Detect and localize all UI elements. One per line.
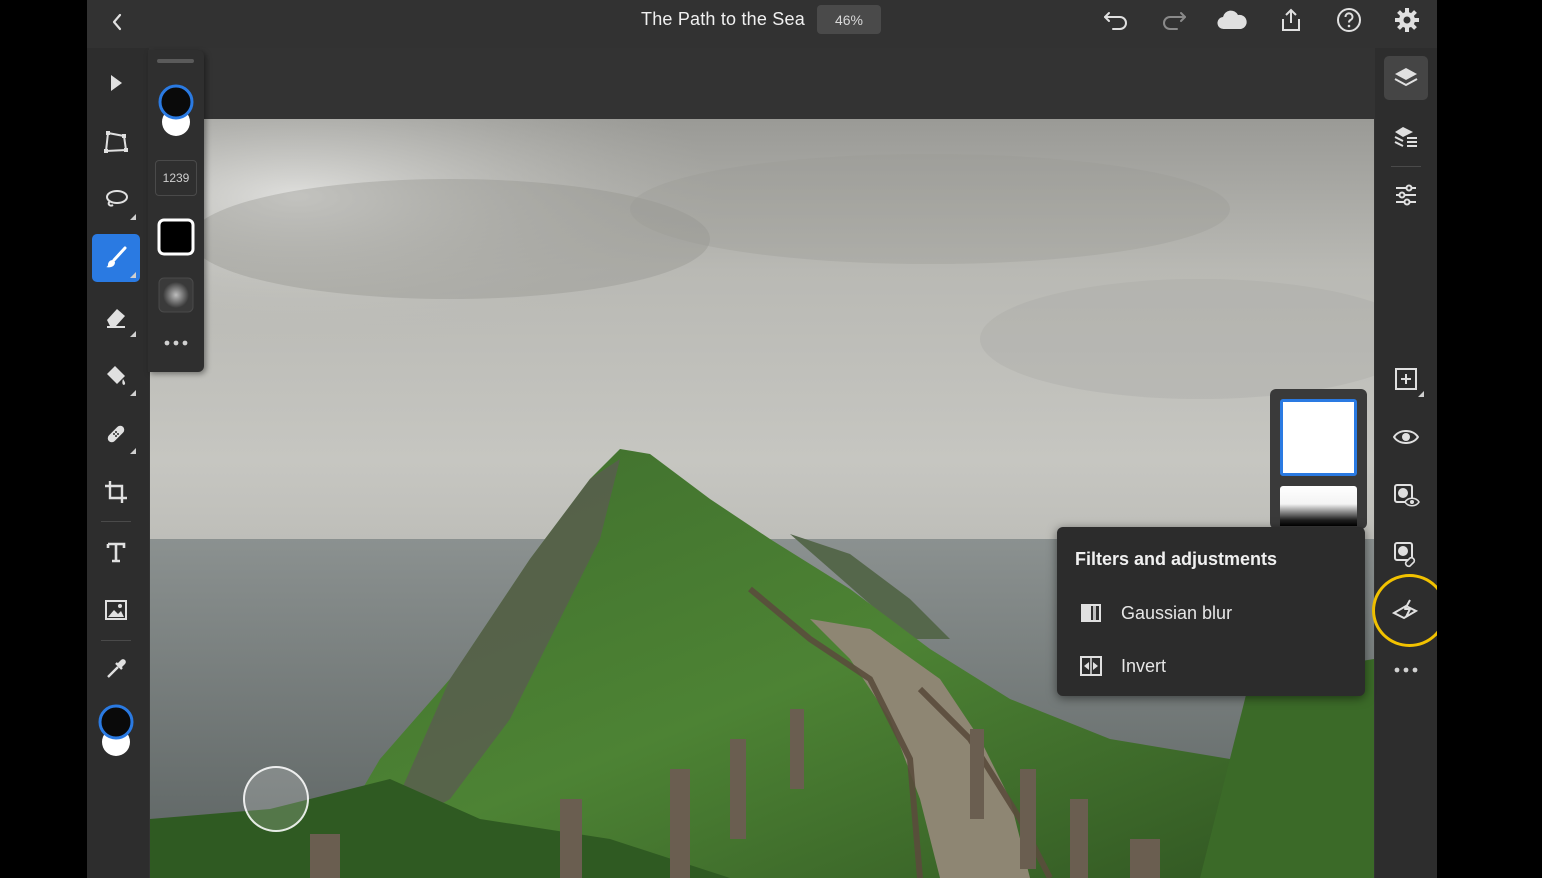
lasso-tool[interactable]	[92, 176, 140, 224]
tutorial-highlight-ring	[1372, 574, 1437, 647]
mask-link-icon	[1394, 542, 1416, 568]
panel-drag-handle[interactable]	[157, 59, 194, 63]
redo-icon	[1163, 12, 1186, 30]
menu-item-label: Gaussian blur	[1121, 602, 1233, 623]
adjustments-panel-button[interactable]	[1384, 173, 1428, 217]
layer-visibility-button[interactable]	[1384, 415, 1428, 459]
eyedropper-tool[interactable]	[92, 645, 140, 693]
zoom-level-button[interactable]: 46%	[817, 5, 881, 34]
lasso-icon	[106, 190, 128, 207]
place-image-tool[interactable]	[92, 586, 140, 634]
right-toolbar	[1375, 48, 1437, 878]
layers-icon	[1394, 68, 1418, 87]
transform-icon	[104, 131, 128, 153]
transform-tool[interactable]	[92, 118, 140, 166]
eraser-tool[interactable]	[92, 293, 140, 341]
layer-properties-button[interactable]	[1384, 115, 1428, 159]
settings-button[interactable]	[1389, 4, 1425, 36]
more-layer-options-button[interactable]	[1384, 648, 1428, 692]
chevron-left-icon	[112, 13, 122, 31]
color-swatch-icon	[98, 704, 134, 756]
type-tool[interactable]	[92, 528, 140, 576]
layers-panel-button[interactable]	[1384, 56, 1428, 100]
document-image[interactable]	[150, 119, 1374, 878]
invert-icon	[1069, 655, 1113, 677]
arrow-pointer-icon	[111, 75, 122, 91]
link-mask-button[interactable]	[1384, 532, 1428, 576]
layer-properties-icon	[1394, 127, 1417, 147]
eye-icon	[1393, 430, 1419, 444]
opacity-square-icon	[157, 218, 195, 256]
cloud-sync-button[interactable]	[1214, 4, 1250, 36]
submenu-indicator	[130, 214, 136, 220]
redo-button[interactable]	[1156, 4, 1192, 36]
crop-icon	[105, 481, 127, 503]
submenu-indicator	[130, 272, 136, 278]
soft-brush-icon	[158, 277, 194, 313]
menu-item-invert[interactable]: Invert	[1069, 644, 1355, 688]
undo-button[interactable]	[1098, 4, 1134, 36]
brush-tool[interactable]	[92, 234, 140, 282]
layer-thumbnails	[1270, 389, 1367, 529]
landscape-photo	[150, 119, 1374, 878]
brush-cursor-preview	[243, 766, 309, 832]
brush-options-panel: 1239	[148, 50, 204, 372]
crop-tool[interactable]	[92, 468, 140, 516]
menu-item-gaussian-blur[interactable]: Gaussian blur	[1069, 591, 1355, 635]
paint-bucket-tool[interactable]	[92, 352, 140, 400]
app-window: The Path to the Sea 46% 1239 Filters and…	[87, 0, 1437, 878]
toolbar-divider	[101, 640, 131, 641]
document-title: The Path to the Sea	[641, 9, 805, 29]
submenu-indicator	[130, 390, 136, 396]
submenu-indicator	[130, 331, 136, 337]
color-swatch-button[interactable]	[92, 700, 140, 762]
help-button[interactable]	[1331, 4, 1367, 36]
brush-icon	[106, 246, 127, 268]
undo-icon	[1104, 12, 1127, 30]
move-tool[interactable]	[92, 59, 140, 107]
share-button[interactable]	[1273, 4, 1309, 36]
gear-icon	[1395, 8, 1419, 32]
add-layer-button[interactable]	[1384, 357, 1428, 401]
eraser-icon	[107, 309, 125, 328]
brush-opacity-swatch[interactable]	[155, 217, 197, 257]
brush-size-value[interactable]: 1239	[155, 160, 197, 196]
top-bar: The Path to the Sea 46%	[87, 0, 1437, 48]
brush-color-swatch[interactable]	[156, 80, 196, 140]
mask-visibility-button[interactable]	[1384, 474, 1428, 518]
eyedropper-icon	[107, 659, 126, 678]
sliders-icon	[1396, 184, 1416, 206]
more-horizontal-icon	[164, 340, 188, 346]
color-swatch-icon	[158, 84, 194, 136]
mask-eye-icon	[1394, 484, 1420, 507]
more-brush-options-button[interactable]	[155, 330, 197, 356]
brush-hardness-swatch[interactable]	[155, 275, 197, 315]
healing-tool[interactable]	[92, 410, 140, 458]
bandage-icon	[107, 425, 125, 443]
gaussian-blur-icon	[1069, 603, 1113, 623]
more-horizontal-icon	[1394, 667, 1418, 673]
left-toolbar	[87, 48, 149, 878]
toolbar-divider	[101, 521, 131, 522]
text-icon	[106, 542, 126, 563]
back-button[interactable]	[101, 6, 133, 38]
add-layer-icon	[1395, 368, 1417, 390]
help-icon	[1337, 8, 1361, 32]
toolbar-divider	[1391, 166, 1421, 167]
image-icon	[105, 600, 127, 620]
share-icon	[1282, 8, 1300, 31]
layer-thumbnail-selected[interactable]	[1280, 399, 1357, 476]
menu-item-label: Invert	[1121, 655, 1167, 676]
submenu-indicator	[1418, 391, 1424, 397]
filters-adjustments-popover: Filters and adjustments Gaussian blur In…	[1057, 527, 1365, 696]
submenu-indicator	[130, 448, 136, 454]
paint-bucket-icon	[107, 366, 126, 385]
cloud-icon	[1217, 10, 1247, 30]
popover-title: Filters and adjustments	[1075, 549, 1278, 569]
layer-thumbnail[interactable]	[1280, 486, 1357, 526]
